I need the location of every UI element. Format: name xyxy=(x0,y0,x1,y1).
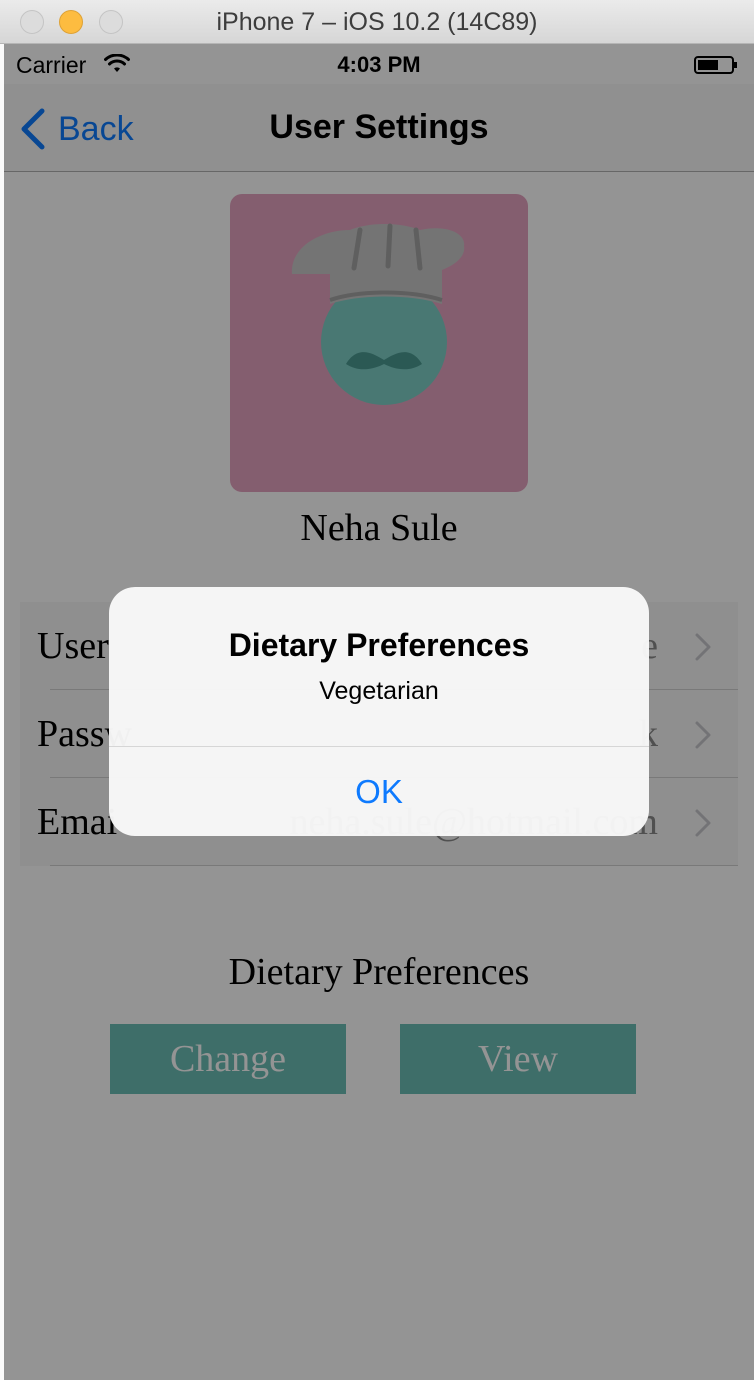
alert-dialog: Dietary Preferences Vegetarian OK xyxy=(109,587,649,836)
simulator-titlebar: iPhone 7 – iOS 10.2 (14C89) xyxy=(0,0,754,44)
ios-screen: Carrier 4:03 PM Back User Settings Neha … xyxy=(4,44,754,1380)
alert-ok-button[interactable]: OK xyxy=(109,747,649,836)
alert-title: Dietary Preferences xyxy=(228,627,530,663)
alert-message: Vegetarian xyxy=(319,677,439,705)
window-title: iPhone 7 – iOS 10.2 (14C89) xyxy=(216,8,538,36)
